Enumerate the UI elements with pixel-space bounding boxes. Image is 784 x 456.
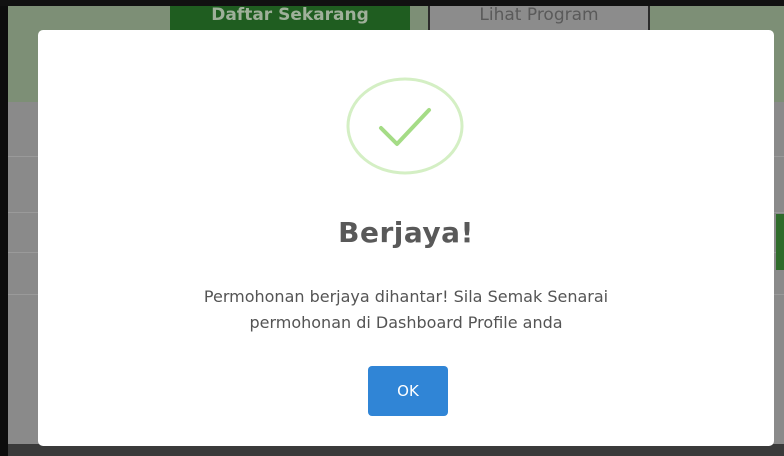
dialog-title: Berjaya! bbox=[338, 216, 474, 249]
ok-button[interactable]: OK bbox=[368, 366, 448, 416]
dialog-message: Permohonan berjaya dihantar! Sila Semak … bbox=[106, 284, 706, 336]
check-circle-icon bbox=[346, 77, 464, 175]
background-edge bbox=[0, 6, 8, 456]
dialog-message-line: Permohonan berjaya dihantar! Sila Semak … bbox=[203, 287, 609, 306]
screen: Daftar Sekarang Lihat Program Berjaya! P… bbox=[0, 0, 784, 456]
background-accent bbox=[776, 214, 784, 270]
dialog-message-line: permohonan di Dashboard Profile anda bbox=[249, 313, 563, 332]
success-dialog: Berjaya! Permohonan berjaya dihantar! Si… bbox=[38, 30, 774, 446]
